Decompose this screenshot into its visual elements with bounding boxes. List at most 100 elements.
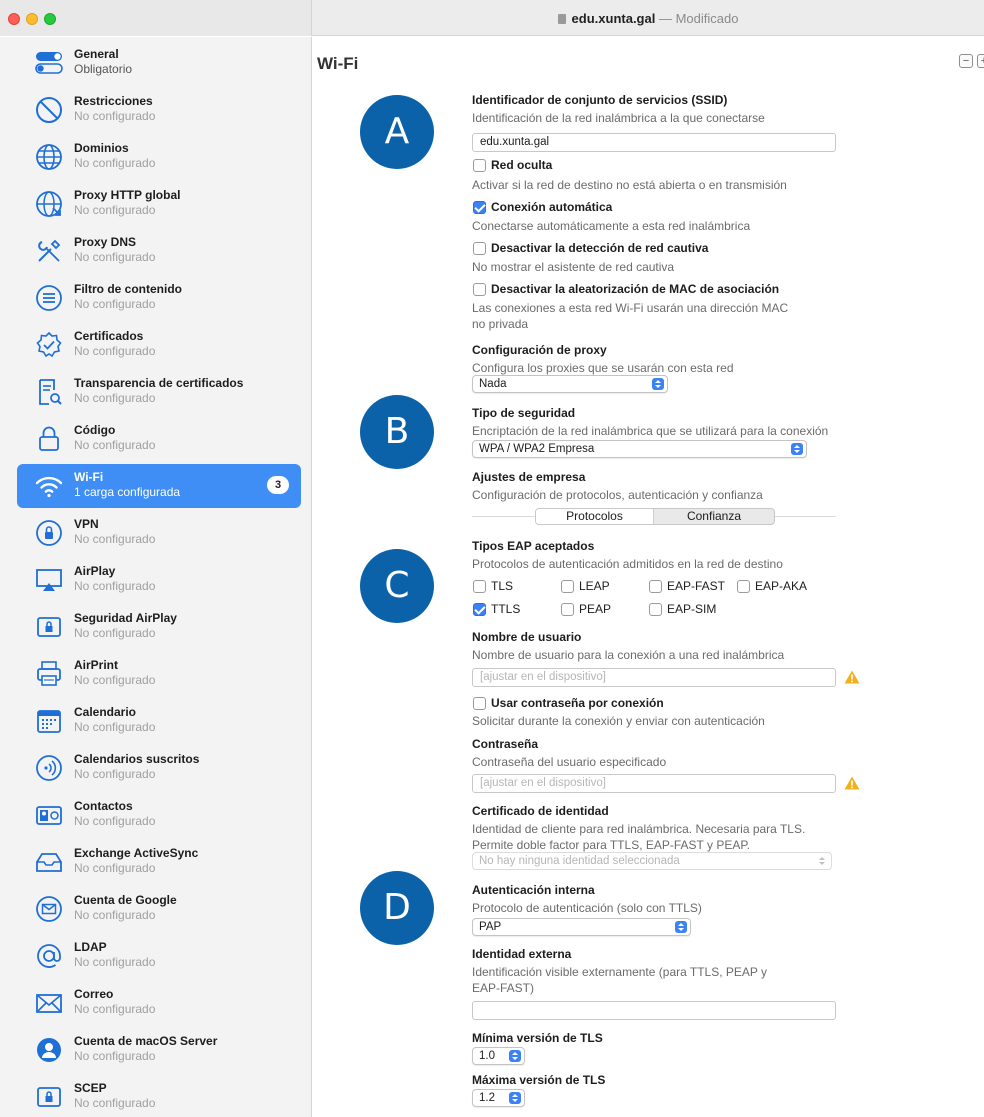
globe-icon	[36, 144, 62, 170]
eap-sim-checkbox[interactable]	[649, 603, 662, 616]
sidebar-item-codigo[interactable]: Código No configurado	[17, 417, 301, 461]
disable-captive-detection-checkbox[interactable]	[473, 242, 486, 255]
sidebar-item-title: Correo	[74, 987, 114, 1001]
sidebar-item-calendarios-suscritos[interactable]: Calendarios suscritos No configurado	[17, 746, 301, 790]
sidebar-item-correo[interactable]: Correo No configurado	[17, 981, 301, 1025]
hidden-network-checkbox[interactable]	[473, 159, 486, 172]
per-connection-password-checkbox[interactable]	[473, 697, 486, 710]
document-search-icon	[39, 379, 62, 405]
outer-identity-description: Identificación visible externamente (par…	[472, 965, 768, 979]
tls-max-version-select[interactable]: 1.2	[472, 1089, 525, 1107]
sidebar-item-subtitle: 1 carga configurada	[74, 485, 181, 499]
sidebar-item-scep[interactable]: SCEP No configurado	[17, 1075, 301, 1117]
annotation-marker-d: D	[360, 871, 434, 945]
app-window: edu.xunta.gal — Modificado General Oblig…	[0, 0, 984, 1117]
sidebar-item-restricciones[interactable]: Restricciones No configurado	[17, 88, 301, 132]
eap-aka-checkbox[interactable]	[737, 580, 750, 593]
wifi-icon	[35, 476, 63, 498]
sidebar-item-airplay[interactable]: AirPlay No configurado	[17, 558, 301, 602]
sidebar-item-airprint[interactable]: AirPrint No configurado	[17, 652, 301, 696]
sidebar-item-subtitle: No configurado	[74, 250, 156, 264]
sidebar-item-subtitle: No configurado	[74, 438, 156, 452]
username-input[interactable]: [ajustar en el dispositivo]	[472, 668, 836, 687]
hidden-network-label: Red oculta	[491, 158, 553, 172]
sidebar-item-general[interactable]: General Obligatorio	[17, 41, 301, 85]
eap-fast-checkbox[interactable]	[649, 580, 662, 593]
tls-max-version-label: Máxima versión de TLS	[472, 1073, 606, 1087]
sidebar-item-cuenta-de-macos-server[interactable]: Cuenta de macOS Server No configurado	[17, 1028, 301, 1072]
sidebar-item-title: Exchange ActiveSync	[74, 846, 199, 860]
per-connection-password-label: Usar contraseña por conexión	[491, 696, 664, 710]
sidebar-item-title: AirPlay	[74, 564, 116, 578]
ssid-description: Identificación de la red inalámbrica a l…	[472, 111, 765, 125]
disable-captive-detection-label: Desactivar la detección de red cautiva	[491, 241, 709, 255]
disable-mac-randomization-description-2: no privada	[472, 317, 529, 331]
sidebar-item-title: AirPrint	[74, 658, 119, 672]
enterprise-settings-description: Configuración de protocolos, autenticaci…	[472, 488, 763, 502]
sidebar-item-seguridad-airplay[interactable]: Seguridad AirPlay No configurado	[17, 605, 301, 649]
chevron-updown-icon	[509, 1050, 521, 1062]
sidebar-item-title: Cuenta de Google	[74, 893, 177, 907]
chevron-updown-icon	[675, 921, 687, 933]
sidebar-item-contactos[interactable]: Contactos No configurado	[17, 793, 301, 837]
tab-protocolos[interactable]: Protocolos	[536, 509, 654, 524]
sidebar-item-proxy-dns[interactable]: Proxy DNS No configurado	[17, 229, 301, 273]
calendar-icon	[37, 710, 61, 733]
sidebar-item-dominios[interactable]: Dominios No configurado	[17, 135, 301, 179]
identity-certificate-select[interactable]: No hay ninguna identidad seleccionada	[472, 852, 832, 870]
sidebar-item-transparencia-de-certificados[interactable]: Transparencia de certificados No configu…	[17, 370, 301, 414]
sidebar-item-title: Código	[74, 423, 116, 437]
sidebar-item-subtitle: No configurado	[74, 391, 156, 405]
eap-peap-checkbox[interactable]	[561, 603, 574, 616]
inner-authentication-select[interactable]: PAP	[472, 918, 691, 936]
sidebar-item-cuenta-de-google[interactable]: Cuenta de Google No configurado	[17, 887, 301, 931]
eap-leap-checkbox[interactable]	[561, 580, 574, 593]
sidebar-item-wifi[interactable]: Wi-Fi 1 carga configurada 3	[17, 464, 301, 508]
identity-certificate-select-value: No hay ninguna identidad seleccionada	[479, 855, 680, 867]
proxy-select[interactable]: Nada	[472, 375, 668, 393]
outer-identity-input[interactable]	[472, 1001, 836, 1020]
segment-divider-right	[775, 516, 836, 517]
sidebar-item-filtro-de-contenido[interactable]: Filtro de contenido No configurado	[17, 276, 301, 320]
disable-captive-detection-description: No mostrar el asistente de red cautiva	[472, 260, 675, 274]
ssid-input[interactable]: edu.xunta.gal	[472, 133, 836, 152]
eap-types-label: Tipos EAP aceptados	[472, 539, 595, 553]
disable-mac-randomization-checkbox[interactable]	[473, 283, 486, 296]
sidebar-item-certificados[interactable]: Certificados No configurado	[17, 323, 301, 367]
sidebar: General Obligatorio Restricciones No con…	[0, 37, 312, 1117]
user-circle-icon	[37, 1038, 61, 1062]
tab-confianza[interactable]: Confianza	[654, 509, 774, 524]
eap-ttls-checkbox[interactable]	[473, 603, 486, 616]
close-window-button[interactable]	[8, 13, 20, 25]
eap-tls-checkbox[interactable]	[473, 580, 486, 593]
sidebar-item-proxy-http-global[interactable]: Proxy HTTP global No configurado	[17, 182, 301, 226]
sidebar-item-exchange-activesync[interactable]: Exchange ActiveSync No configurado	[17, 840, 301, 884]
sidebar-item-calendario[interactable]: Calendario No configurado	[17, 699, 301, 743]
certificate-icon	[36, 331, 62, 358]
auto-join-description: Conectarse automáticamente a esta red in…	[472, 219, 751, 233]
password-input[interactable]: [ajustar en el dispositivo]	[472, 774, 836, 793]
add-payload-button[interactable]: +	[977, 54, 984, 68]
inner-authentication-description: Protocolo de autenticación (solo con TTL…	[472, 901, 702, 915]
inner-authentication-label: Autenticación interna	[472, 883, 595, 897]
minimize-window-button[interactable]	[26, 13, 38, 25]
enterprise-settings-label: Ajustes de empresa	[472, 470, 586, 484]
sidebar-item-ldap[interactable]: LDAP No configurado	[17, 934, 301, 978]
eap-sim-label: EAP-SIM	[667, 602, 717, 616]
auto-join-checkbox[interactable]	[473, 201, 486, 214]
sidebar-item-subtitle: No configurado	[74, 673, 156, 687]
inbox-sync-icon	[36, 853, 62, 872]
sidebar-item-title: Calendarios suscritos	[74, 752, 200, 766]
annotation-marker-b: B	[360, 395, 434, 469]
tls-min-version-select[interactable]: 1.0	[472, 1047, 525, 1065]
remove-payload-button[interactable]: −	[959, 54, 973, 68]
security-type-select[interactable]: WPA / WPA2 Empresa	[472, 440, 807, 458]
sidebar-item-title: Restricciones	[74, 94, 153, 108]
document-icon	[557, 14, 566, 24]
zoom-window-button[interactable]	[44, 13, 56, 25]
broadcast-icon	[36, 755, 62, 781]
sidebar-item-vpn[interactable]: VPN No configurado	[17, 511, 301, 555]
main-panel: Wi-Fi − + A B C D Identificador de conju…	[313, 37, 984, 1117]
window-title-name: edu.xunta.gal	[571, 11, 656, 26]
sidebar-item-subtitle: No configurado	[74, 297, 156, 311]
